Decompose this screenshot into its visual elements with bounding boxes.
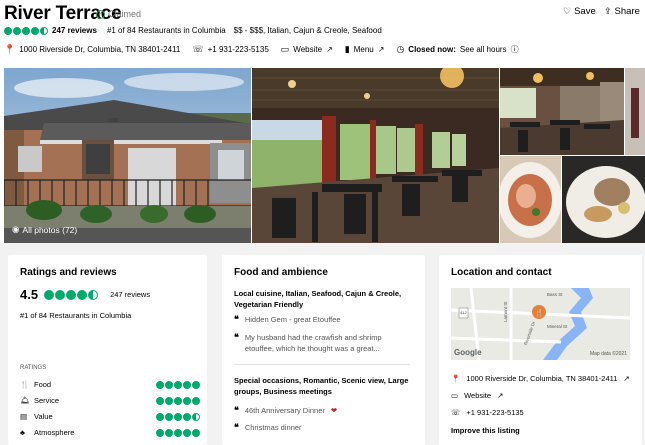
food-ambience-title: Food and ambience: [234, 267, 328, 278]
exterior-photo[interactable]: ◉ All photos (72) 1000: [4, 68, 251, 243]
external-link-icon: ↗: [497, 391, 504, 400]
location-phone-link[interactable]: ☏ +1 931-223-5135: [451, 408, 524, 417]
dining-room-photo[interactable]: [252, 68, 499, 243]
food-ambience-card: Food and ambience Local cuisine, Italian…: [222, 255, 425, 445]
dish-photo-2[interactable]: [562, 156, 645, 243]
value-icon: ▤: [20, 412, 28, 421]
laptop-icon: ▭: [280, 44, 290, 54]
food-icon: 🍴: [20, 380, 30, 389]
info-icon: ⓘ: [510, 45, 519, 54]
interior-2-graphic: [500, 68, 624, 155]
rating-bubbles-large: [44, 289, 99, 300]
location-card: Location and contact 🍴 412 Bass St Lamon…: [439, 255, 642, 445]
review-snippet-4[interactable]: ❝ Christmas dinner: [234, 422, 404, 433]
dish-1-graphic: [500, 156, 561, 243]
rating-service: 🛎 Service: [20, 396, 200, 405]
rating-overview: 4.5 247 reviews: [20, 287, 150, 302]
quote-icon: ❝: [234, 422, 239, 432]
photo-gallery: ◉ All photos (72) 1000: [0, 68, 645, 243]
reviews-link[interactable]: 247 reviews: [52, 26, 97, 35]
clock-icon: ◷: [396, 44, 405, 54]
divider: [234, 364, 410, 365]
phone-icon: ☏: [192, 44, 204, 54]
improve-listing-link[interactable]: Improve this listing: [451, 426, 520, 435]
hours-info[interactable]: ◷ Closed now: See all hours ⓘ: [396, 44, 518, 55]
rating-atmosphere: ♣ Atmosphere: [20, 428, 200, 437]
location-pin-icon: 📍: [451, 374, 461, 383]
external-link-icon: ↗: [326, 45, 333, 54]
review-snippet-1[interactable]: ❝ Hidden Gem - great Etouffee: [234, 314, 404, 325]
interior-photo-2[interactable]: [500, 68, 624, 155]
quote-icon: ❝: [234, 405, 239, 415]
location-website-link[interactable]: ▭ Website ↗: [451, 391, 503, 400]
map-attribution: Map data ©2021: [589, 351, 627, 357]
external-link-icon: ↗: [623, 374, 630, 383]
ratings-card: Ratings and reviews 4.5 247 reviews #1 o…: [8, 255, 207, 445]
location-pin-icon: 📍: [4, 44, 16, 54]
building-number-sign: 1000: [108, 118, 120, 124]
street-label-1: Bass St: [547, 292, 563, 297]
wine-photo[interactable]: [625, 68, 645, 155]
cuisine-list: Local cuisine, Italian, Seafood, Cajun &…: [234, 289, 402, 309]
service-bell-icon: 🛎: [20, 396, 30, 405]
phone-icon: ☏: [451, 408, 461, 417]
exterior-photo-graphic: [4, 68, 251, 243]
phone-link[interactable]: ☏ +1 931-223-5135: [192, 44, 268, 55]
quote-icon: ❝: [234, 314, 239, 324]
rating-food: 🍴 Food: [20, 380, 200, 389]
review-snippet-3[interactable]: ❝ 46th Anniversary Dinner ❤: [234, 405, 404, 416]
heart-emoji-icon: ❤: [330, 406, 338, 415]
camera-icon: ◉: [12, 224, 20, 234]
review-snippet-2[interactable]: ❝ My husband had the crawfish and shrimp…: [234, 332, 404, 354]
rating-bubbles: [4, 26, 48, 35]
dish-photo-1[interactable]: [500, 156, 561, 243]
check-icon: ✓: [96, 9, 105, 19]
menu-icon: ▮: [344, 44, 350, 54]
google-logo: Google: [454, 348, 482, 357]
svg-text:🍴: 🍴: [535, 308, 544, 317]
menu-link[interactable]: ▮ Menu ↗: [345, 44, 385, 55]
ratings-reviews-link[interactable]: 247 reviews: [110, 290, 150, 299]
external-link-icon: ↗: [377, 45, 385, 54]
street-label-4: Mineral St: [547, 324, 568, 329]
rating-summary-row: 247 reviews #1 of 84 Restaurants in Colu…: [4, 26, 382, 35]
atmosphere-icon: ♣: [20, 428, 25, 437]
ratings-title: Ratings and reviews: [20, 267, 117, 278]
restaurant-header: River Terrace ✓ Claimed ♡ Save ⇪ Share 2…: [0, 0, 645, 68]
address-link[interactable]: 📍 1000 Riverside Dr, Columbia, TN 38401-…: [4, 44, 180, 55]
price-cuisine: $$ - $$$, Italian, Cajun & Creole, Seafo…: [233, 26, 382, 35]
wine-graphic: [625, 68, 645, 155]
dish-2-graphic: [562, 156, 645, 243]
rating-score: 4.5: [20, 287, 39, 302]
occasions-list: Special occasions, Romantic, Scenic view…: [234, 376, 409, 396]
quote-icon: ❝: [234, 332, 239, 342]
location-address-link[interactable]: 📍 1000 Riverside Dr, Columbia, TN 38401-…: [451, 374, 630, 383]
location-title: Location and contact: [451, 267, 552, 278]
share-button[interactable]: ⇪ Share: [604, 6, 640, 17]
map[interactable]: 🍴 412 Bass St Lamont St Riverside Dr Min…: [451, 288, 630, 360]
dining-room-graphic: [252, 68, 499, 243]
all-photos-button[interactable]: ◉ All photos (72): [12, 224, 77, 235]
heart-icon: ♡: [563, 6, 572, 16]
share-icon: ⇪: [604, 6, 612, 16]
ranking-link[interactable]: #1 of 84 Restaurants in Columbia: [107, 26, 226, 35]
contact-row: 📍 1000 Riverside Dr, Columbia, TN 38401-…: [4, 44, 519, 55]
laptop-icon: ▭: [451, 391, 459, 400]
street-label-2: Lamont St: [503, 301, 508, 322]
claimed-badge: ✓ Claimed: [96, 9, 142, 19]
ratings-rank[interactable]: #1 of 84 Restaurants in Columbia: [20, 311, 131, 320]
ratings-section-label: RATINGS: [20, 365, 47, 371]
website-link[interactable]: ▭ Website ↗: [281, 44, 333, 55]
save-button[interactable]: ♡ Save: [563, 6, 596, 17]
rating-value: ▤ Value: [20, 412, 200, 421]
road-shield-label: 412: [460, 310, 467, 315]
